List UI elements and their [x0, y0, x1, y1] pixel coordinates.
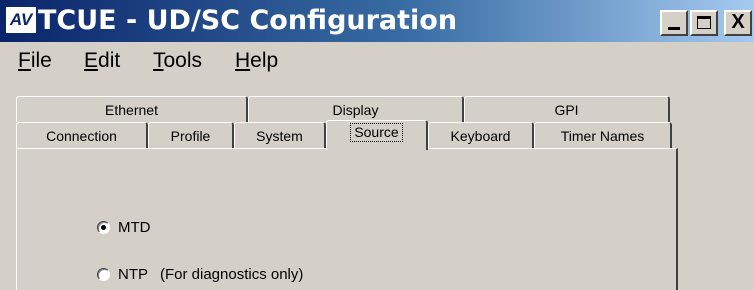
title-bar[interactable]: AV TCUE - UD/SC Configuration X — [0, 0, 754, 42]
tab-display[interactable]: Display — [248, 96, 464, 122]
radio-selected-dot — [101, 224, 106, 230]
menu-file-label: ile — [30, 49, 52, 72]
radio-mtd-label: MTD — [118, 219, 151, 236]
tab-profile[interactable]: Profile — [148, 122, 234, 148]
menu-file[interactable]: File — [18, 49, 52, 73]
menu-tools-mnemonic: T — [153, 49, 164, 72]
radio-button-mtd[interactable] — [97, 220, 110, 234]
menu-edit-mnemonic: E — [84, 49, 99, 72]
menu-bar: File Edit Tools Help — [0, 44, 754, 80]
source-tab-panel: MTD NTP (For diagnostics only) — [16, 148, 678, 290]
tab-gpi[interactable]: GPI — [464, 96, 670, 122]
tab-timer-names[interactable]: Timer Names — [534, 122, 672, 148]
maximize-icon — [697, 16, 711, 29]
menu-file-mnemonic: F — [18, 49, 31, 72]
maximize-button[interactable] — [690, 10, 718, 36]
menu-edit-label: dit — [98, 49, 121, 72]
minimize-icon — [668, 27, 680, 30]
tab-source[interactable]: Source — [326, 120, 428, 150]
menu-help[interactable]: Help — [235, 49, 278, 73]
menu-help-label: elp — [250, 49, 279, 72]
tab-connection[interactable]: Connection — [16, 122, 148, 148]
menu-tools-label: ools — [163, 49, 203, 72]
menu-tools[interactable]: Tools — [153, 49, 202, 73]
radio-button-ntp[interactable] — [97, 267, 110, 281]
menu-help-mnemonic: H — [235, 49, 251, 72]
minimize-button[interactable] — [660, 10, 688, 36]
radio-ntp-label: NTP — [118, 266, 148, 283]
tab-system[interactable]: System — [234, 122, 326, 148]
radio-ntp[interactable]: NTP (For diagnostics only) — [97, 266, 303, 283]
menu-edit[interactable]: Edit — [84, 49, 120, 73]
close-icon: X — [731, 11, 745, 33]
tab-keyboard[interactable]: Keyboard — [428, 122, 534, 148]
app-logo-icon: AV — [6, 7, 36, 33]
radio-ntp-note: (For diagnostics only) — [160, 266, 304, 283]
radio-mtd[interactable]: MTD — [97, 219, 163, 236]
tab-source-label: Source — [350, 123, 403, 142]
close-button[interactable]: X — [724, 10, 752, 36]
tab-ethernet[interactable]: Ethernet — [16, 96, 248, 122]
window-title: TCUE - UD/SC Configuration — [38, 5, 458, 36]
